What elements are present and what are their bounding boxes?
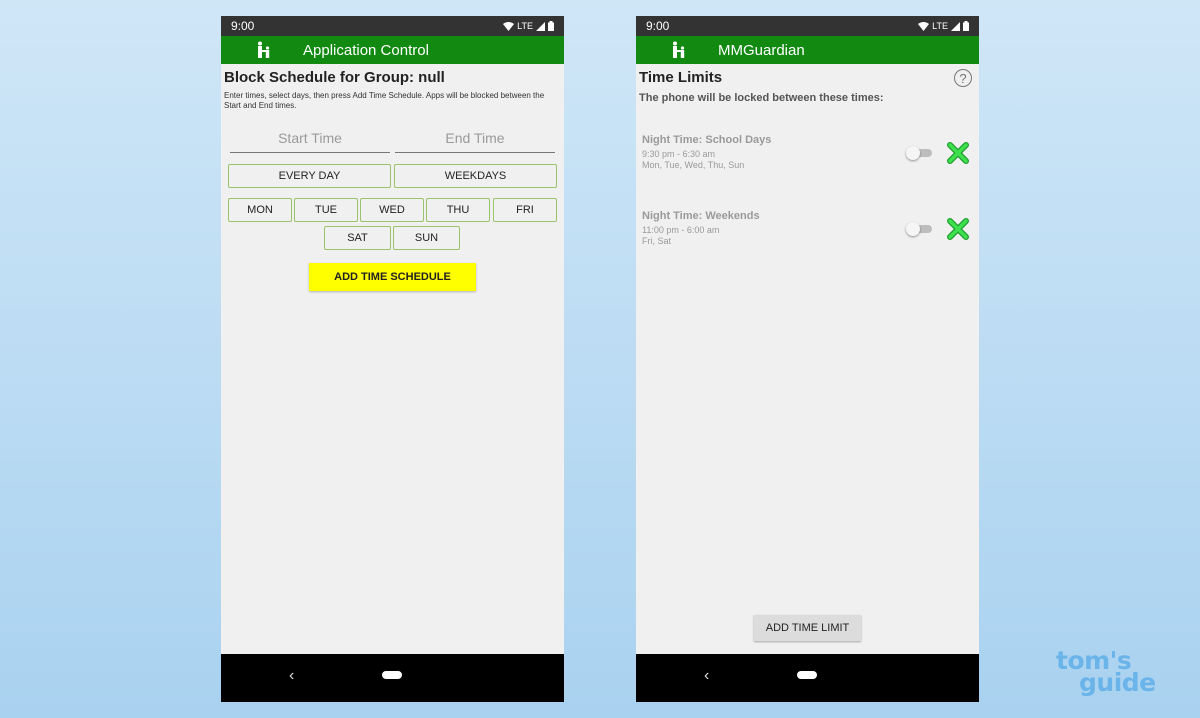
- time-limit-name: Night Time: Weekends: [642, 210, 760, 222]
- time-limits-content: Time Limits ? The phone will be locked b…: [636, 64, 979, 654]
- network-label: LTE: [932, 21, 948, 31]
- wifi-icon: [918, 21, 930, 31]
- day-button-tue[interactable]: TUE: [294, 198, 358, 222]
- instructions-text: Enter times, select days, then press Add…: [224, 91, 545, 110]
- delete-x-icon[interactable]: [947, 142, 969, 164]
- day-button-sat[interactable]: SAT: [324, 226, 391, 250]
- add-time-schedule-button[interactable]: ADD TIME SCHEDULE: [309, 263, 476, 291]
- logo-line-2: guide: [1079, 668, 1156, 697]
- delete-x-icon[interactable]: [947, 218, 969, 240]
- network-label: LTE: [517, 21, 533, 31]
- time-limit-toggle[interactable]: [906, 222, 932, 236]
- status-bar: 9:00 LTE: [636, 16, 979, 36]
- help-icon[interactable]: ?: [954, 69, 972, 87]
- day-button-mon[interactable]: MON: [228, 198, 292, 222]
- page-subtitle: The phone will be locked between these t…: [639, 92, 884, 104]
- app-bar: Application Control: [221, 36, 564, 64]
- status-bar: 9:00 LTE: [221, 16, 564, 36]
- weekdays-button[interactable]: WEEKDAYS: [394, 164, 557, 188]
- wifi-icon: [503, 21, 515, 31]
- time-limit-toggle[interactable]: [906, 146, 932, 160]
- day-button-fri[interactable]: FRI: [493, 198, 557, 222]
- battery-icon: [548, 21, 554, 31]
- day-button-sun[interactable]: SUN: [393, 226, 460, 250]
- status-time: 9:00: [646, 19, 670, 33]
- mmguardian-logo-icon: [673, 41, 685, 58]
- day-button-wed[interactable]: WED: [360, 198, 424, 222]
- app-bar: MMGuardian: [636, 36, 979, 64]
- signal-icon: [536, 21, 545, 31]
- signal-icon: [951, 21, 960, 31]
- mmguardian-logo-icon: [258, 41, 270, 58]
- back-icon[interactable]: ‹: [704, 667, 709, 685]
- end-time-input[interactable]: [395, 124, 555, 153]
- time-limit-name: Night Time: School Days: [642, 134, 772, 146]
- every-day-button[interactable]: EVERY DAY: [228, 164, 391, 188]
- time-limit-item[interactable]: Night Time: School Days 9:30 pm - 6:30 a…: [642, 134, 972, 184]
- app-title: Application Control: [303, 41, 429, 59]
- time-limit-item[interactable]: Night Time: Weekends 11:00 pm - 6:00 am …: [642, 210, 972, 260]
- time-limit-days: Fri, Sat: [642, 236, 672, 246]
- toms-guide-logo: tom's guide: [1056, 648, 1176, 697]
- add-time-limit-button[interactable]: ADD TIME LIMIT: [754, 615, 861, 641]
- back-icon[interactable]: ‹: [289, 667, 294, 685]
- schedule-content: Block Schedule for Group: null Enter tim…: [221, 64, 564, 654]
- phone-time-limits: 9:00 LTE MMGuardian Time Limits ? The ph…: [636, 16, 979, 702]
- app-title: MMGuardian: [718, 41, 805, 59]
- status-time: 9:00: [231, 19, 255, 33]
- phone-application-control: 9:00 LTE Application Control Block Sched…: [221, 16, 564, 702]
- home-icon[interactable]: [797, 671, 817, 679]
- battery-icon: [963, 21, 969, 31]
- day-button-thu[interactable]: THU: [426, 198, 490, 222]
- page-title: Time Limits: [639, 69, 723, 86]
- navigation-bar: ‹: [636, 654, 979, 702]
- time-limit-days: Mon, Tue, Wed, Thu, Sun: [642, 160, 745, 170]
- page-title: Block Schedule for Group: null: [224, 69, 445, 86]
- navigation-bar: ‹: [221, 654, 564, 702]
- home-icon[interactable]: [382, 671, 402, 679]
- start-time-input[interactable]: [230, 124, 390, 153]
